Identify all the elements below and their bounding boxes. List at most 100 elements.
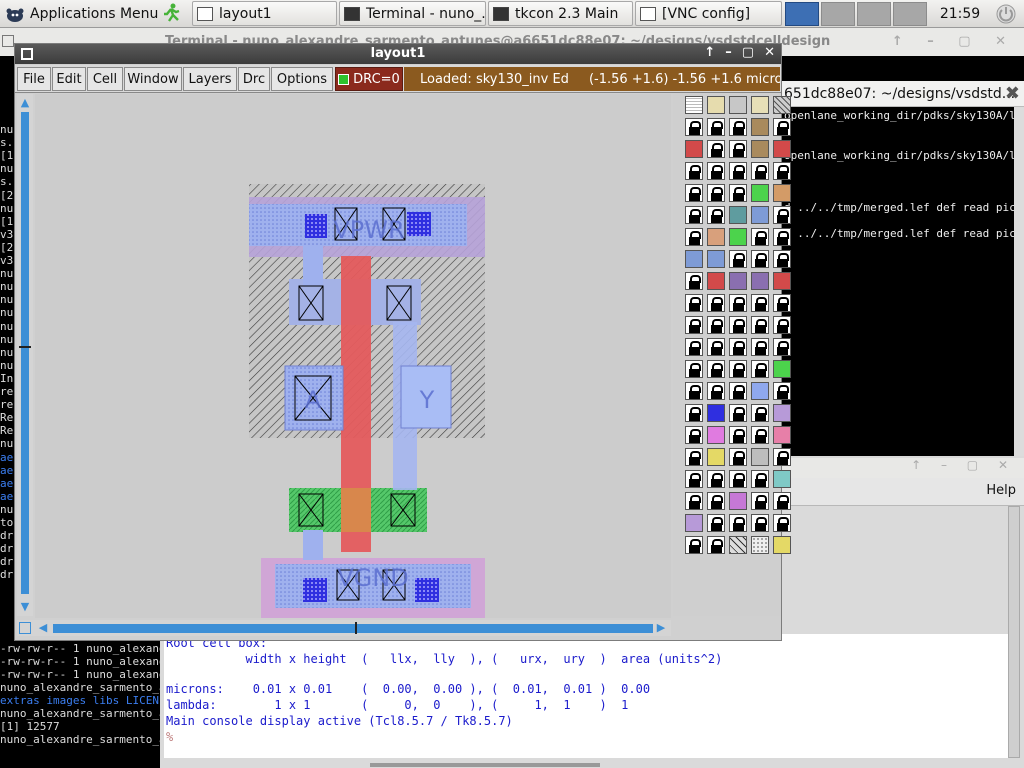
layer-swatch[interactable] [751, 118, 769, 136]
lock-icon[interactable] [685, 184, 703, 202]
layer-swatch[interactable] [751, 382, 769, 400]
maximize-icon[interactable]: ▢ [742, 45, 754, 60]
scroll-thumb[interactable] [355, 622, 357, 634]
horizontal-scrollbar[interactable]: ◀ ▶ [17, 620, 671, 636]
scroll-down-icon[interactable]: ▼ [19, 600, 31, 614]
lock-icon[interactable] [685, 228, 703, 246]
layer-swatch[interactable] [773, 404, 791, 422]
lock-icon[interactable] [751, 514, 769, 532]
lock-icon[interactable] [751, 316, 769, 334]
menu-layers[interactable]: Layers [183, 67, 237, 91]
tkcon-console-text[interactable]: Root cell box: width x height ( llx, lly… [164, 634, 1010, 758]
layer-swatch[interactable] [751, 272, 769, 290]
lock-icon[interactable] [773, 492, 791, 510]
close-icon[interactable]: ✕ [764, 45, 775, 60]
layer-swatch[interactable] [729, 492, 747, 510]
lock-icon[interactable] [685, 118, 703, 136]
lock-icon[interactable] [729, 250, 747, 268]
menu-drc[interactable]: Drc [238, 67, 270, 91]
workspace-2[interactable] [821, 2, 855, 26]
layer-swatch[interactable] [773, 426, 791, 444]
lock-icon[interactable] [773, 228, 791, 246]
layer-palette[interactable] [673, 94, 791, 616]
window-buttons[interactable]: ↑ – ▢ ✕ [892, 28, 1016, 56]
layer-swatch[interactable] [751, 448, 769, 466]
lock-icon[interactable] [729, 404, 747, 422]
window-buttons[interactable]: ↑ – ▢ ✕ [704, 45, 775, 60]
scroll-left-icon[interactable]: ◀ [37, 622, 49, 634]
scroll-track[interactable] [53, 624, 653, 633]
layer-swatch[interactable] [773, 360, 791, 378]
zoom-box-icon[interactable] [19, 622, 31, 634]
layer-swatch[interactable] [729, 96, 747, 114]
menu-window[interactable]: Window [124, 67, 182, 91]
lock-icon[interactable] [685, 492, 703, 510]
lock-icon[interactable] [707, 514, 725, 532]
lock-icon[interactable] [773, 250, 791, 268]
lock-icon[interactable] [729, 184, 747, 202]
lock-icon[interactable] [729, 382, 747, 400]
lock-icon[interactable] [707, 294, 725, 312]
layer-swatch[interactable] [751, 96, 769, 114]
lock-icon[interactable] [685, 448, 703, 466]
lock-icon[interactable] [729, 118, 747, 136]
layer-swatch[interactable] [707, 250, 725, 268]
menu-edit[interactable]: Edit [52, 67, 86, 91]
tkcon-scrollbar[interactable] [1008, 506, 1020, 758]
lock-icon[interactable] [707, 162, 725, 180]
menu-options[interactable]: Options [271, 67, 333, 91]
lock-icon[interactable] [751, 492, 769, 510]
scroll-thumb[interactable] [19, 346, 31, 348]
workspace-3[interactable] [857, 2, 891, 26]
lock-icon[interactable] [729, 316, 747, 334]
lock-icon[interactable] [685, 316, 703, 334]
lock-icon[interactable] [707, 206, 725, 224]
lock-icon[interactable] [729, 470, 747, 488]
layer-swatch[interactable] [751, 536, 769, 554]
lock-icon[interactable] [773, 206, 791, 224]
layer-swatch[interactable] [707, 228, 725, 246]
lock-icon[interactable] [685, 360, 703, 378]
minimize-icon[interactable]: – [725, 45, 732, 60]
layer-swatch[interactable] [729, 228, 747, 246]
close-icon[interactable]: ✖ [1005, 81, 1020, 106]
lock-icon[interactable] [729, 162, 747, 180]
right-terminal-scrollbar[interactable] [1014, 107, 1024, 461]
lock-icon[interactable] [707, 140, 725, 158]
menu-file[interactable]: File [17, 67, 51, 91]
layer-swatch[interactable] [729, 206, 747, 224]
lock-icon[interactable] [751, 360, 769, 378]
lock-icon[interactable] [685, 382, 703, 400]
lock-icon[interactable] [751, 228, 769, 246]
task-vnc-config[interactable]: [VNC config] [635, 1, 782, 26]
lock-icon[interactable] [707, 184, 725, 202]
lock-icon[interactable] [751, 250, 769, 268]
lock-icon[interactable] [751, 426, 769, 444]
workspace-4[interactable] [893, 2, 927, 26]
lock-icon[interactable] [773, 162, 791, 180]
layer-swatch[interactable] [751, 140, 769, 158]
lock-icon[interactable] [685, 206, 703, 224]
checkbox-icon[interactable] [338, 73, 350, 85]
lock-icon[interactable] [685, 470, 703, 488]
lock-icon[interactable] [773, 514, 791, 532]
task-layout1[interactable]: layout1 [192, 1, 337, 26]
lock-icon[interactable] [729, 294, 747, 312]
lock-icon[interactable] [729, 140, 747, 158]
lock-icon[interactable] [751, 162, 769, 180]
workspace-switcher[interactable] [785, 0, 931, 28]
lock-icon[interactable] [685, 426, 703, 444]
lock-icon[interactable] [685, 536, 703, 554]
tkcon-window-buttons[interactable]: ↑ – ▢ ✕ [782, 458, 1024, 478]
lock-icon[interactable] [773, 448, 791, 466]
lock-icon[interactable] [729, 426, 747, 444]
lock-icon[interactable] [729, 360, 747, 378]
scroll-track[interactable] [21, 112, 29, 594]
layer-swatch[interactable] [685, 96, 703, 114]
layer-swatch[interactable] [773, 96, 791, 114]
lock-icon[interactable] [751, 338, 769, 356]
task-terminal[interactable]: Terminal - nuno_... [339, 1, 486, 26]
lock-icon[interactable] [707, 338, 725, 356]
layer-swatch[interactable] [685, 514, 703, 532]
lock-icon[interactable] [729, 514, 747, 532]
